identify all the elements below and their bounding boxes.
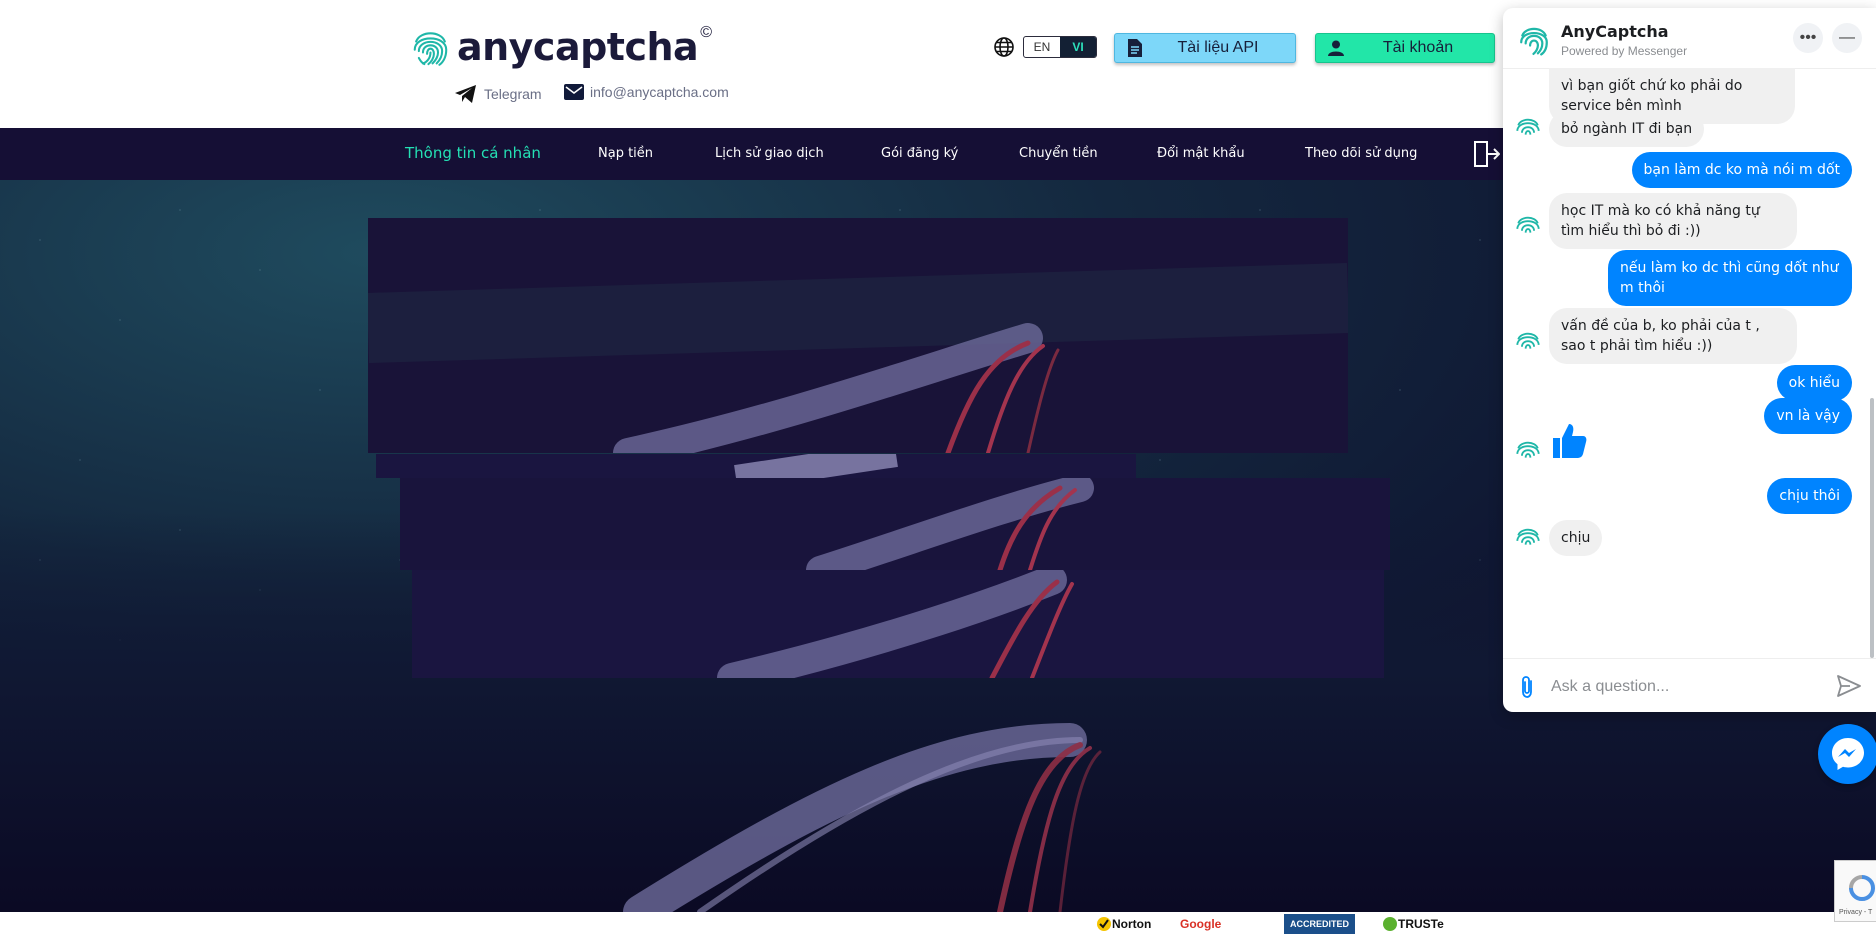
- chat-header: AnyCaptcha Powered by Messenger ••• —: [1503, 8, 1876, 69]
- fingerprint-logo-icon: [413, 32, 448, 66]
- bot-avatar-icon: [1516, 528, 1540, 545]
- image-slice-1: [368, 218, 1348, 453]
- message-out: nếu làm ko dc thì cũng dốt như m thôi: [1608, 250, 1852, 306]
- image-slice-2: [376, 454, 1136, 478]
- nav-profile[interactable]: Thông tin cá nhân: [405, 144, 541, 162]
- norton-badge: Norton: [1096, 914, 1151, 934]
- messenger-launcher-button[interactable]: [1818, 724, 1876, 784]
- road-slice-3: [400, 478, 1390, 570]
- bot-avatar-icon: [1516, 118, 1540, 135]
- google-badge: Google: [1180, 914, 1221, 934]
- road-slice-4: [412, 570, 1384, 678]
- mail-icon: [564, 84, 584, 100]
- message-out: vn là vậy: [1764, 398, 1852, 434]
- globe-icon: [994, 37, 1014, 57]
- account-label: Tài khoản: [1382, 39, 1454, 56]
- chat-message-input[interactable]: [1549, 673, 1823, 701]
- image-slice-4: [412, 570, 1384, 678]
- telegram-label: Telegram: [484, 86, 542, 102]
- nav-change-password[interactable]: Đổi mật khẩu: [1157, 146, 1245, 161]
- brand-copyright: ©: [700, 24, 712, 41]
- messenger-icon: [1832, 738, 1864, 770]
- telegram-link[interactable]: Telegram: [454, 84, 542, 104]
- more-icon: •••: [1799, 29, 1817, 46]
- bbb-label: ACCREDITED: [1290, 919, 1350, 929]
- minimize-button[interactable]: —: [1832, 23, 1862, 53]
- recaptcha-icon: [1849, 875, 1875, 901]
- brand-name: anycaptcha: [456, 25, 699, 69]
- norton-check-icon: [1097, 917, 1111, 931]
- truste-badge: TRUSTe: [1382, 914, 1444, 934]
- nav-usage[interactable]: Theo dõi sử dụng: [1305, 146, 1417, 161]
- messenger-chat-window: AnyCaptcha Powered by Messenger ••• — vì…: [1503, 8, 1876, 712]
- image-slice-3: [400, 478, 1390, 570]
- language-toggle: EN VI: [1023, 36, 1097, 58]
- chat-input-bar: [1503, 658, 1876, 712]
- bot-avatar-icon: [1516, 441, 1540, 458]
- attachment-icon[interactable]: [1519, 675, 1535, 699]
- user-icon: [1328, 40, 1344, 56]
- nav-transactions[interactable]: Lịch sử giao dịch: [715, 146, 824, 161]
- minimize-icon: —: [1839, 29, 1855, 46]
- nav-topup[interactable]: Nạp tiền: [598, 146, 653, 161]
- truste-icon: [1383, 917, 1397, 931]
- bot-avatar-icon: [1516, 216, 1540, 233]
- telegram-icon: [455, 85, 476, 103]
- message-out: ok hiểu: [1776, 365, 1852, 401]
- api-docs-button[interactable]: Tài liệu API: [1114, 33, 1296, 63]
- nav-transfer[interactable]: Chuyển tiền: [1019, 146, 1098, 161]
- brand-logo[interactable]: anycaptcha ©: [412, 16, 712, 78]
- chat-title: AnyCaptcha: [1561, 22, 1669, 41]
- more-options-button[interactable]: •••: [1793, 23, 1823, 53]
- chat-message-list: vì bạn giốt chứ ko phải do service bên m…: [1503, 68, 1876, 666]
- recaptcha-label: Privacy - T: [1839, 909, 1873, 916]
- lang-en-option[interactable]: EN: [1024, 37, 1060, 57]
- road-slice-1: [368, 218, 1348, 453]
- language-selector: EN VI: [993, 36, 1097, 58]
- recaptcha-badge[interactable]: Privacy - T: [1834, 860, 1876, 922]
- account-button[interactable]: Tài khoản: [1315, 33, 1495, 63]
- chat-subtitle: Powered by Messenger: [1561, 44, 1688, 58]
- nav-subscriptions[interactable]: Gói đăng ký: [881, 146, 958, 161]
- message-out: bạn làm dc ko mà nói m dốt: [1631, 152, 1852, 188]
- message-in: vấn đề của b, ko phải của t , sao t phải…: [1549, 308, 1797, 364]
- footer-trust-strip: Norton Google ACCREDITED TRUSTe: [0, 912, 1876, 934]
- send-icon[interactable]: [1837, 675, 1861, 697]
- message-out: chịu thôi: [1767, 478, 1852, 514]
- message-in: chịu: [1549, 520, 1603, 556]
- email-label: info@anycaptcha.com: [590, 84, 729, 100]
- email-link[interactable]: info@anycaptcha.com: [564, 84, 729, 100]
- message-in: học IT mà ko có khả năng tự tìm hiểu thì…: [1549, 193, 1797, 249]
- google-label: Google: [1180, 917, 1222, 931]
- bot-avatar-icon: [1516, 332, 1540, 349]
- bbb-badge: ACCREDITED: [1284, 914, 1356, 934]
- fingerprint-avatar-icon: [1520, 27, 1548, 56]
- logout-icon[interactable]: [1474, 140, 1500, 168]
- norton-label: Norton: [1112, 917, 1152, 931]
- road-slice-2: [376, 454, 1136, 478]
- api-docs-label: Tài liệu API: [1177, 39, 1259, 56]
- chat-scrollbar[interactable]: [1870, 398, 1874, 658]
- message-in: bỏ ngành IT đi bạn: [1549, 111, 1705, 147]
- document-icon: [1128, 39, 1142, 57]
- lang-vi-option[interactable]: VI: [1060, 37, 1096, 57]
- truste-label: TRUSTe: [1398, 917, 1444, 931]
- thumbs-up-icon: [1553, 424, 1587, 458]
